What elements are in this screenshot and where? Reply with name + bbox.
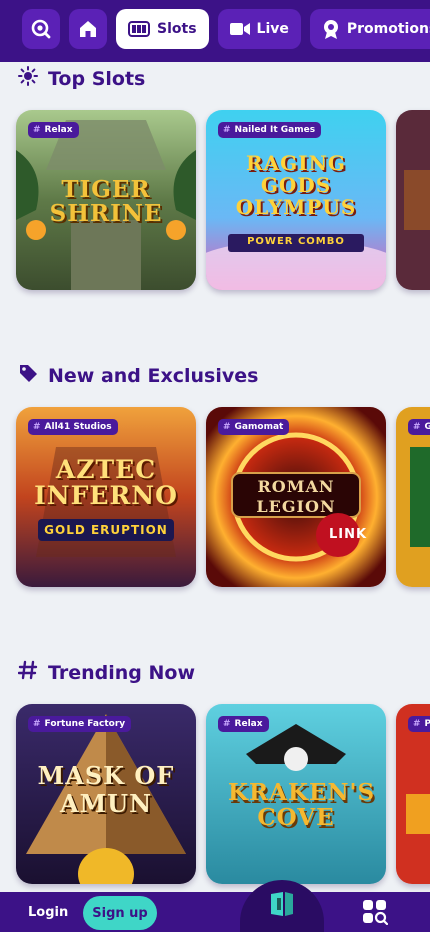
video-camera-icon [229, 22, 250, 36]
provider-tag: # Relax [28, 122, 79, 138]
provider-tag: # Relax [218, 716, 269, 732]
badge-star-icon [322, 19, 340, 39]
center-menu-button[interactable] [240, 880, 324, 932]
game-subtitle: LINK [328, 527, 368, 542]
game-tile-aztec-inferno[interactable]: # All41 Studios AZTEC INFERNO GOLD ERUPTI… [16, 407, 196, 587]
section-title: New and Exclusives [48, 364, 259, 387]
game-tile-partial[interactable]: # P [396, 704, 430, 884]
provider-tag: # Gamomat [218, 419, 290, 435]
game-tile-partial[interactable] [396, 110, 430, 290]
game-row-new-exclusives: # All41 Studios AZTEC INFERNO GOLD ERUPTI… [16, 407, 430, 587]
section-title: Top Slots [48, 67, 146, 90]
tag-icon [18, 363, 38, 388]
games-grid-button[interactable] [362, 899, 389, 929]
game-tile-partial[interactable]: # G [396, 407, 430, 587]
section-trending-header: Trending Now [17, 660, 196, 685]
game-subtitle: GOLD ERUPTION [44, 523, 168, 537]
signup-button[interactable]: Sign up [83, 896, 157, 930]
game-title: MASK OF AMUN [37, 761, 175, 818]
game-title: AZTEC INFERNO [34, 455, 178, 511]
hash-icon [17, 660, 38, 685]
game-title: TIGER SHRINE [49, 176, 163, 228]
home-icon [77, 18, 99, 40]
search-button[interactable] [22, 9, 60, 49]
home-button[interactable] [69, 9, 107, 49]
slot-machine-icon [128, 21, 150, 37]
game-row-top-slots: # Relax TIGER SHRINE # Nailed It Games RAG… [16, 110, 430, 290]
provider-tag: # Fortune Factory [28, 716, 132, 732]
logo-icon [267, 890, 297, 922]
search-icon [30, 18, 52, 40]
game-subtitle: POWER COMBO [247, 236, 345, 247]
top-navigation: Slots Live Promotions [0, 0, 430, 62]
game-row-trending: # Fortune Factory MASK OF AMUN # Relax KRA… [16, 704, 430, 884]
game-artwork [396, 110, 430, 290]
tab-live-label: Live [256, 21, 289, 37]
game-tile-roman-legion[interactable]: # Gamomat ROMAN LEGION LINK [206, 407, 386, 587]
login-button[interactable]: Login [28, 905, 68, 920]
tab-promotions-label: Promotions [346, 21, 430, 37]
tab-promotions[interactable]: Promotions [309, 9, 430, 49]
tab-slots-label: Slots [157, 21, 197, 37]
provider-tag: # P [408, 716, 430, 732]
grid-search-icon [362, 900, 389, 929]
provider-tag: # Nailed It Games [218, 122, 322, 138]
section-top-slots-header: Top Slots [18, 66, 145, 91]
game-tile-raging-gods-olympus[interactable]: # Nailed It Games RAGING GODS OLYMPUS POW… [206, 110, 386, 290]
game-tile-krakens-cove[interactable]: # Relax KRAKEN'S COVE [206, 704, 386, 884]
game-tile-mask-of-amun[interactable]: # Fortune Factory MASK OF AMUN [16, 704, 196, 884]
section-title: Trending Now [48, 661, 196, 684]
game-title: ROMAN LEGION [256, 477, 336, 516]
provider-tag: # All41 Studios [28, 419, 118, 435]
sun-icon [18, 66, 38, 91]
provider-tag: # G [408, 419, 430, 435]
game-title: KRAKEN'S COVE [228, 779, 376, 832]
game-tile-tiger-shrine[interactable]: # Relax TIGER SHRINE [16, 110, 196, 290]
game-title: RAGING GODS OLYMPUS [235, 151, 357, 219]
tab-live[interactable]: Live [217, 9, 301, 49]
tab-slots[interactable]: Slots [116, 9, 209, 49]
section-new-exclusives-header: New and Exclusives [18, 363, 258, 388]
